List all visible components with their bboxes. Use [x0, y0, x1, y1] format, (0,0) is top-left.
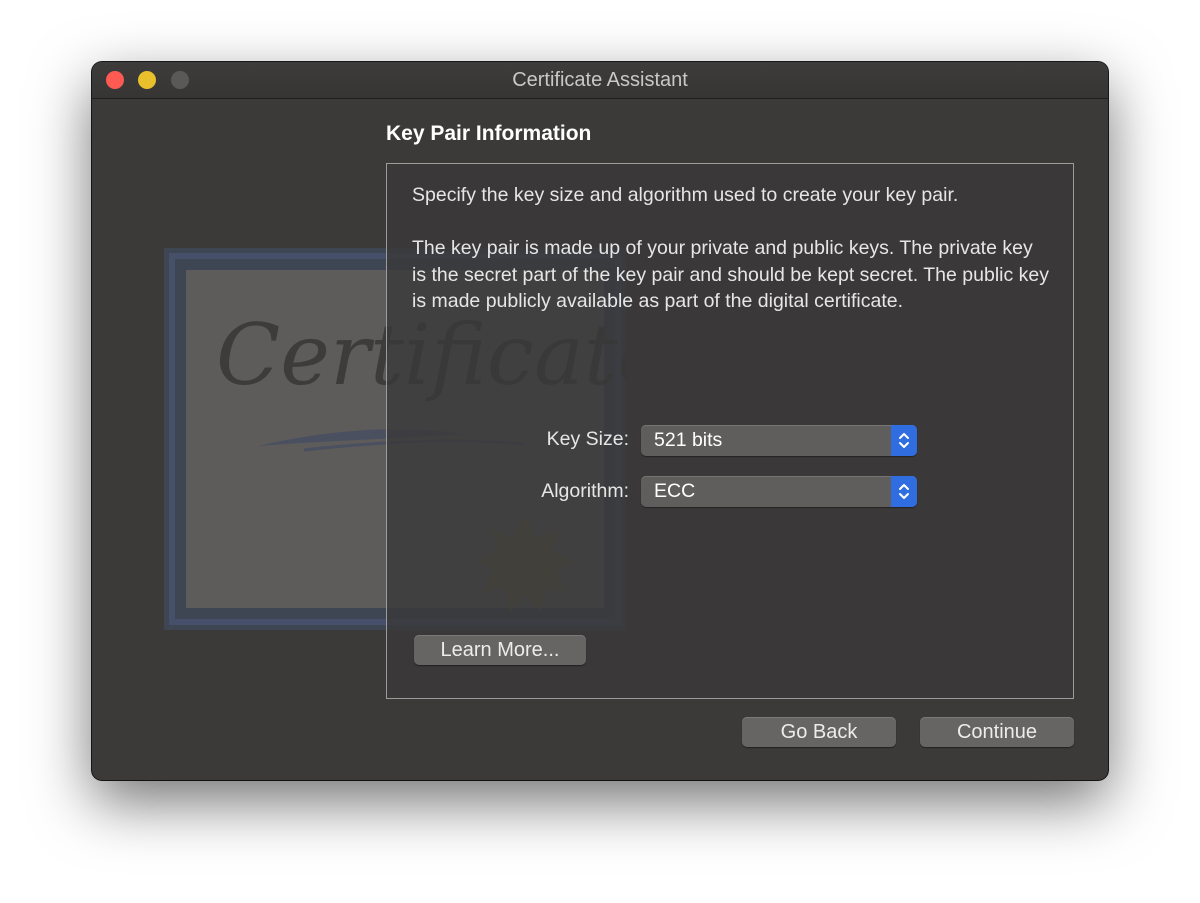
page-heading: Key Pair Information [386, 122, 592, 145]
certificate-assistant-window: Certificate Assistant Certificate Key Pa… [92, 62, 1108, 780]
key-size-value: 521 bits [654, 429, 723, 451]
chevron-up-down-icon [891, 425, 917, 456]
algorithm-value: ECC [654, 480, 696, 502]
window-title: Certificate Assistant [512, 69, 688, 91]
intro-text: Specify the key size and algorithm used … [412, 184, 959, 206]
title-bar[interactable]: Certificate Assistant [92, 62, 1108, 99]
continue-button[interactable]: Continue [920, 717, 1074, 747]
content-panel: Specify the key size and algorithm used … [386, 163, 1074, 699]
go-back-button[interactable]: Go Back [742, 717, 896, 747]
chevron-up-down-icon [891, 476, 917, 507]
algorithm-label: Algorithm: [541, 480, 629, 502]
key-size-label: Key Size: [546, 428, 629, 450]
description-text: The key pair is made up of your private … [412, 237, 1049, 312]
learn-more-button[interactable]: Learn More... [414, 635, 586, 665]
algorithm-popup[interactable]: ECC [641, 476, 917, 507]
key-size-popup[interactable]: 521 bits [641, 425, 917, 456]
